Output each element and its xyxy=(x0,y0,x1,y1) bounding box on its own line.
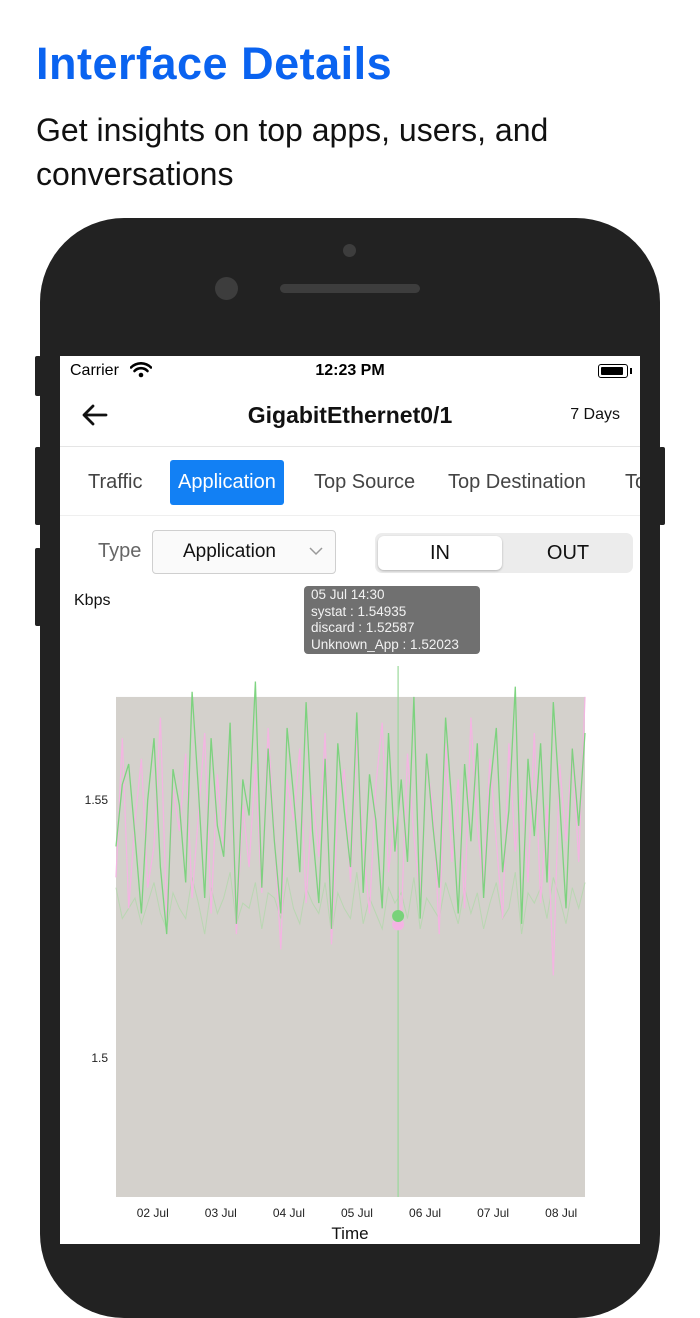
proximity-sensor xyxy=(343,244,356,257)
highlight-point-systat xyxy=(392,910,404,922)
x-tick-label: 05 Jul xyxy=(341,1206,373,1220)
x-tick-label: 04 Jul xyxy=(273,1206,305,1220)
x-tick-label: 03 Jul xyxy=(205,1206,237,1220)
type-select[interactable]: Application xyxy=(152,530,336,574)
direction-out-button[interactable]: OUT xyxy=(506,536,630,570)
time-range-button[interactable]: 7 Days xyxy=(570,406,620,424)
page-title: GigabitEthernet0/1 xyxy=(60,402,640,429)
type-select-value: Application xyxy=(183,541,276,563)
front-camera xyxy=(215,277,238,300)
direction-toggle: IN OUT xyxy=(375,533,633,573)
filter-row: Type Application IN OUT xyxy=(60,516,640,586)
tab-traffic[interactable]: Traffic xyxy=(80,460,150,505)
x-tick-label: 06 Jul xyxy=(409,1206,441,1220)
hero-title: Interface Details xyxy=(36,38,392,90)
nav-bar: GigabitEthernet0/1 7 Days xyxy=(60,386,640,447)
app-screen: Carrier 12:23 PM GigabitEthernet0/1 7 Da… xyxy=(60,356,640,1244)
tab-top-source[interactable]: Top Source xyxy=(306,460,423,505)
volume-up-button xyxy=(35,447,41,525)
tab-bar: Traffic Application Top Source Top Desti… xyxy=(60,447,640,516)
earpiece-speaker xyxy=(280,284,420,293)
traffic-chart[interactable]: 1.55 1.5 02 Jul 03 Jul 04 Jul 05 Jul 06 Jul 07 … xyxy=(60,581,640,1241)
tab-application[interactable]: Application xyxy=(170,460,284,505)
tab-top-destination[interactable]: Top Destination xyxy=(440,460,594,505)
mute-switch xyxy=(35,356,41,396)
tooltip-line-systat: systat : 1.54935 xyxy=(311,604,473,621)
x-tick-label: 07 Jul xyxy=(477,1206,509,1220)
volume-down-button xyxy=(35,548,41,626)
hero-subtitle: Get insights on top apps, users, and con… xyxy=(36,108,656,196)
power-button xyxy=(659,447,665,525)
x-axis-title: Time xyxy=(60,1224,640,1244)
direction-in-button[interactable]: IN xyxy=(378,536,502,570)
x-tick-label: 02 Jul xyxy=(137,1206,169,1220)
chart-tooltip: 05 Jul 14:30 systat : 1.54935 discard : … xyxy=(304,586,480,654)
chevron-down-icon xyxy=(309,541,323,566)
tooltip-line-discard: discard : 1.52587 xyxy=(311,620,473,637)
status-bar: Carrier 12:23 PM xyxy=(60,356,640,386)
y-tick-label: 1.5 xyxy=(91,1051,108,1065)
tooltip-line-unknown-app: Unknown_App : 1.52023 xyxy=(311,637,473,654)
tooltip-time: 05 Jul 14:30 xyxy=(311,587,473,604)
tab-overflow[interactable]: To xyxy=(617,460,640,505)
battery-icon xyxy=(598,364,628,378)
status-time: 12:23 PM xyxy=(60,362,640,380)
type-label: Type xyxy=(98,540,141,563)
x-tick-label: 08 Jul xyxy=(545,1206,577,1220)
y-tick-label: 1.55 xyxy=(85,793,109,807)
